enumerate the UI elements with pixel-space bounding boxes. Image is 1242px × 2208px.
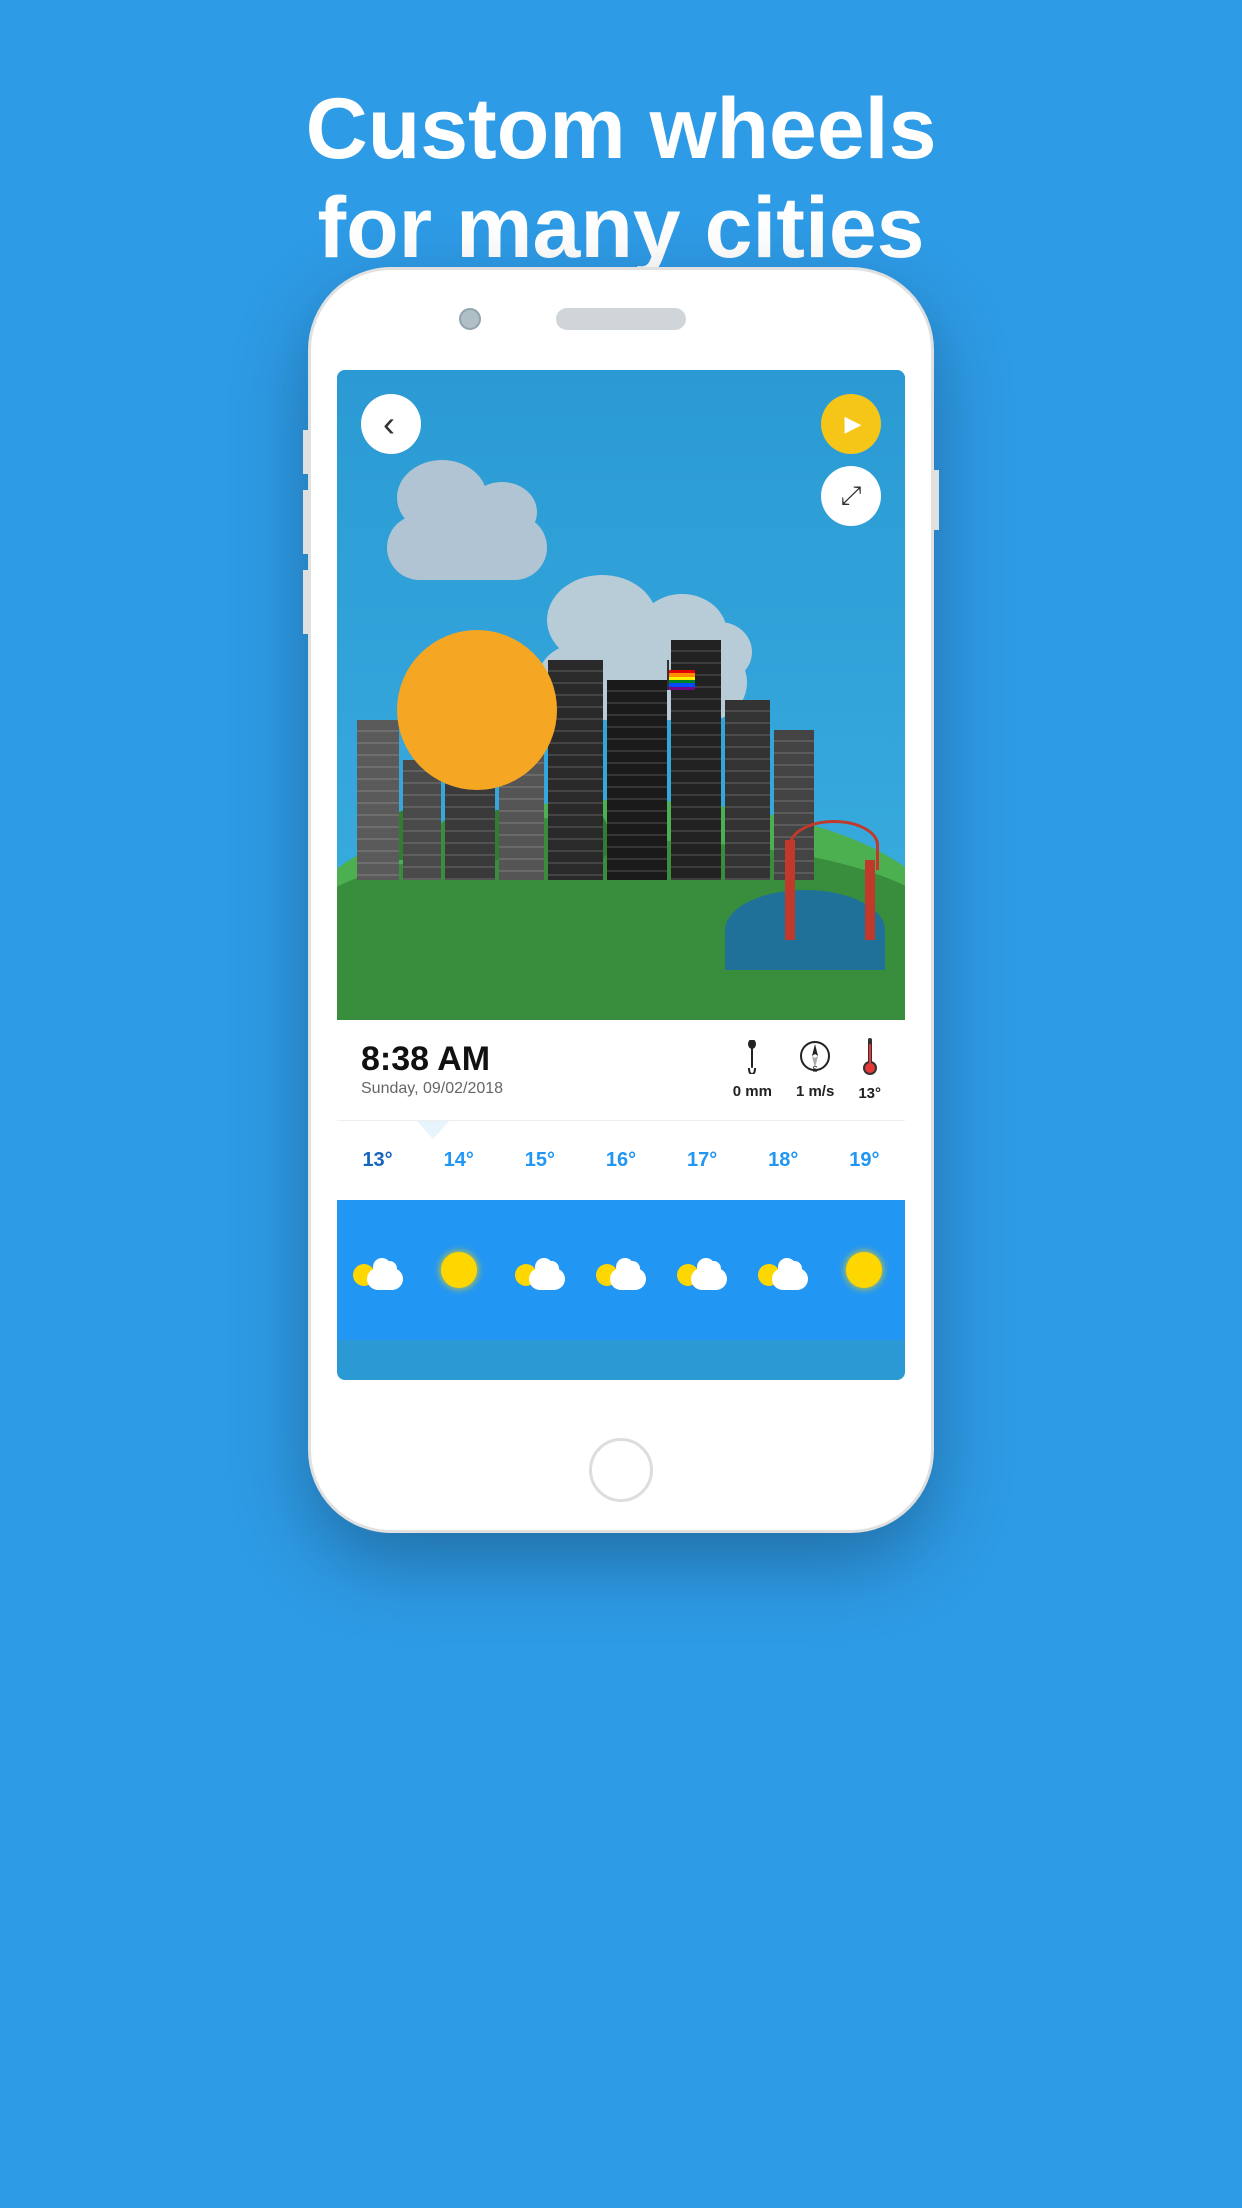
volume-up-button[interactable] [303,490,311,554]
building-8 [725,700,770,880]
cloud-sun-icon-0 [353,1250,403,1290]
phone-top [311,270,931,370]
temp-item-1[interactable]: 14° [418,1149,499,1172]
phone-bottom [589,1380,653,1530]
rain-value: 0 mm [733,1083,772,1100]
building-1 [357,720,399,880]
weather-icon-2 [499,1250,580,1290]
weather-icon-5 [743,1250,824,1290]
weather-stats: 0 mm S 1 m/s [733,1038,881,1102]
building-5 [548,660,603,880]
weather-icon-4 [662,1250,743,1290]
headline: Custom wheels for many cities [0,80,1242,278]
temp-stat: 13° [858,1038,881,1102]
cloud-sun-icon-4 [677,1250,727,1290]
temp-item-2[interactable]: 15° [499,1149,580,1172]
rain-stat: 0 mm [733,1040,772,1100]
bridge-cable [789,820,879,870]
weather-icon-6 [824,1252,905,1288]
weather-icons-row [337,1200,905,1340]
power-button[interactable] [931,470,939,530]
home-button[interactable] [589,1438,653,1502]
rain-icon [741,1040,763,1079]
weather-icon-1 [418,1252,499,1288]
bridge-tower-right [865,860,875,940]
front-camera [459,308,481,330]
cloud-sun-icon-3 [596,1250,646,1290]
sun-icon-1 [441,1252,477,1288]
temperature-scroll[interactable]: 13° 14° 15° 16° 17° 18° 19° [337,1120,905,1200]
time-display: 8:38 AM Sunday, 09/02/2018 [361,1042,503,1098]
speaker [556,308,686,330]
temp-item-0[interactable]: 13° [337,1149,418,1172]
temp-item-6[interactable]: 19° [824,1149,905,1172]
weather-animation-area [337,370,905,1020]
phone-side-left-buttons [303,430,311,634]
sun-icon [397,630,557,790]
current-time: 8:38 AM [361,1042,503,1076]
headline-line1: Custom wheels [306,81,937,177]
expand-button[interactable] [821,466,881,526]
current-date: Sunday, 09/02/2018 [361,1080,503,1098]
wind-value: 1 m/s [796,1083,834,1100]
volume-down-button[interactable] [303,570,311,634]
wind-stat: S 1 m/s [796,1040,834,1100]
weather-info-bar: 8:38 AM Sunday, 09/02/2018 [337,1020,905,1120]
temp-item-4[interactable]: 17° [662,1149,743,1172]
bridge [765,820,895,940]
temperature-value: 13° [858,1085,881,1102]
back-button[interactable] [361,394,421,454]
phone-side-right-buttons [931,470,939,530]
thermometer-icon [861,1038,879,1081]
building-6 [607,680,667,880]
wind-icon: S [799,1040,831,1079]
svg-text:S: S [812,1065,817,1074]
headline-line2: for many cities [318,180,925,276]
temp-item-3[interactable]: 16° [580,1149,661,1172]
cloud-1 [367,480,567,580]
background: Custom wheels for many cities [0,0,1242,2208]
phone-screen: 8:38 AM Sunday, 09/02/2018 [337,370,905,1380]
cloud-sun-icon-2 [515,1250,565,1290]
phone-frame: 8:38 AM Sunday, 09/02/2018 [311,270,931,1530]
rainbow-flag [667,670,695,690]
temp-item-5[interactable]: 18° [743,1149,824,1172]
mute-button [303,430,311,474]
weather-icon-3 [580,1250,661,1290]
weather-icon-0 [337,1250,418,1290]
sun-icon-6 [846,1252,882,1288]
temp-indicator-arrow [417,1121,449,1139]
cloud-sun-icon-5 [758,1250,808,1290]
play-button[interactable] [821,394,881,454]
